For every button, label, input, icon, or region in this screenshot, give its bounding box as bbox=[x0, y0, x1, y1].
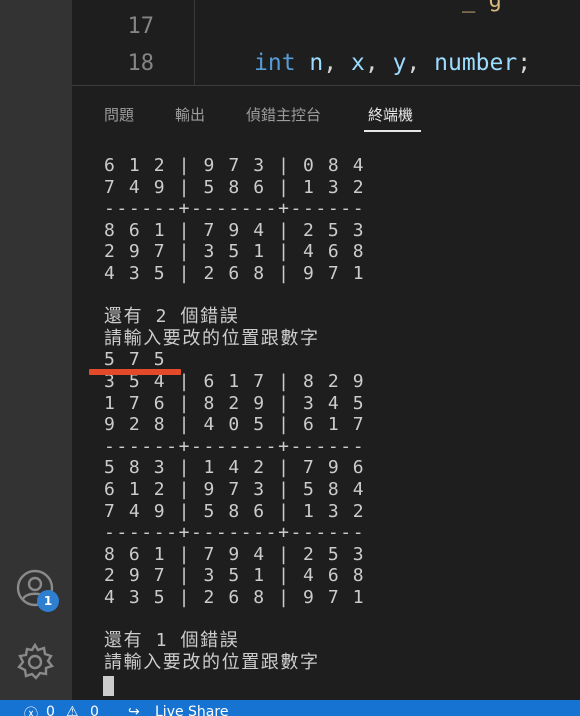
terminal-line: 2 9 7 | 3 5 1 | 4 6 8 bbox=[104, 565, 366, 587]
panel-tabs: 問題 輸出 偵錯主控台 終端機 bbox=[72, 86, 580, 136]
terminal-line: 7 4 9 | 5 8 6 | 1 3 2 bbox=[104, 500, 366, 522]
red-underline-annotation bbox=[89, 369, 181, 375]
terminal-line: 4 3 5 | 2 6 8 | 9 7 1 bbox=[104, 262, 366, 284]
tab-problems[interactable]: 問題 bbox=[104, 104, 134, 125]
gutter-separator bbox=[194, 0, 195, 85]
terminal-line: 5 7 5 bbox=[104, 349, 167, 371]
terminal-line: 9 2 8 | 4 0 5 | 6 1 7 bbox=[104, 414, 366, 436]
var-n: n bbox=[309, 50, 324, 76]
code-editor[interactable]: _ g 17 18 int n, x, y, number; bbox=[72, 0, 580, 85]
tab-debug-console[interactable]: 偵錯主控台 bbox=[246, 104, 321, 125]
line-number-17: 17 bbox=[127, 14, 155, 39]
partial-code-text: _ g bbox=[462, 0, 502, 13]
terminal-line: ------+-------+------ bbox=[104, 198, 366, 220]
error-count[interactable]: 0 bbox=[46, 704, 55, 716]
keyword-int: int bbox=[254, 50, 296, 76]
live-share-icon[interactable]: ↪ bbox=[128, 704, 140, 716]
tab-terminal[interactable]: 終端機 bbox=[368, 104, 413, 125]
live-share-button[interactable]: Live Share bbox=[155, 704, 228, 716]
terminal-line: 請輸入要改的位置跟數字 bbox=[104, 327, 320, 349]
terminal-cursor bbox=[103, 676, 114, 696]
activity-bar: 1 bbox=[0, 0, 72, 700]
var-number: number bbox=[434, 50, 518, 76]
error-icon[interactable]: ⓧ bbox=[24, 704, 38, 716]
terminal-line: 1 7 6 | 8 2 9 | 3 4 5 bbox=[104, 392, 366, 414]
terminal-line: 8 6 1 | 7 9 4 | 2 5 3 bbox=[104, 543, 366, 565]
notification-badge: 1 bbox=[37, 590, 59, 612]
terminal-line: ------+-------+------ bbox=[104, 435, 366, 457]
tab-output[interactable]: 輸出 bbox=[175, 104, 205, 125]
var-x: x bbox=[350, 50, 365, 76]
terminal-line: ------+-------+------ bbox=[104, 522, 366, 544]
terminal-line: 5 8 3 | 1 4 2 | 7 9 6 bbox=[104, 457, 366, 479]
terminal-line: 8 6 1 | 7 9 4 | 2 5 3 bbox=[104, 219, 366, 241]
terminal-line: 7 4 9 | 5 8 6 | 1 3 2 bbox=[104, 176, 366, 198]
terminal-line: 6 1 2 | 9 7 3 | 5 8 4 bbox=[104, 478, 366, 500]
var-y: y bbox=[392, 50, 407, 76]
warning-count[interactable]: 0 bbox=[90, 704, 99, 716]
terminal-line: 2 9 7 | 3 5 1 | 4 6 8 bbox=[104, 241, 366, 263]
terminal-line: 還有 2 個錯誤 bbox=[104, 306, 240, 328]
status-bar: ⓧ 0 ⚠ 0 ↪ Live Share bbox=[0, 700, 580, 716]
terminal-line: 6 1 2 | 9 7 3 | 0 8 4 bbox=[104, 155, 366, 176]
warning-icon[interactable]: ⚠ bbox=[66, 704, 79, 716]
active-tab-indicator bbox=[364, 130, 421, 132]
gear-icon[interactable] bbox=[14, 641, 56, 683]
terminal-line: 4 3 5 | 2 6 8 | 9 7 1 bbox=[104, 586, 366, 608]
terminal-line: 請輸入要改的位置跟數字 bbox=[104, 651, 320, 673]
line-number-18: 18 bbox=[127, 51, 155, 76]
terminal-output[interactable]: 6 1 2 | 9 7 3 | 0 8 47 4 9 | 5 8 6 | 1 3… bbox=[104, 155, 365, 673]
code-line-18: int n, x, y, number; bbox=[254, 50, 532, 76]
terminal-line: 還有 1 個錯誤 bbox=[104, 630, 240, 652]
